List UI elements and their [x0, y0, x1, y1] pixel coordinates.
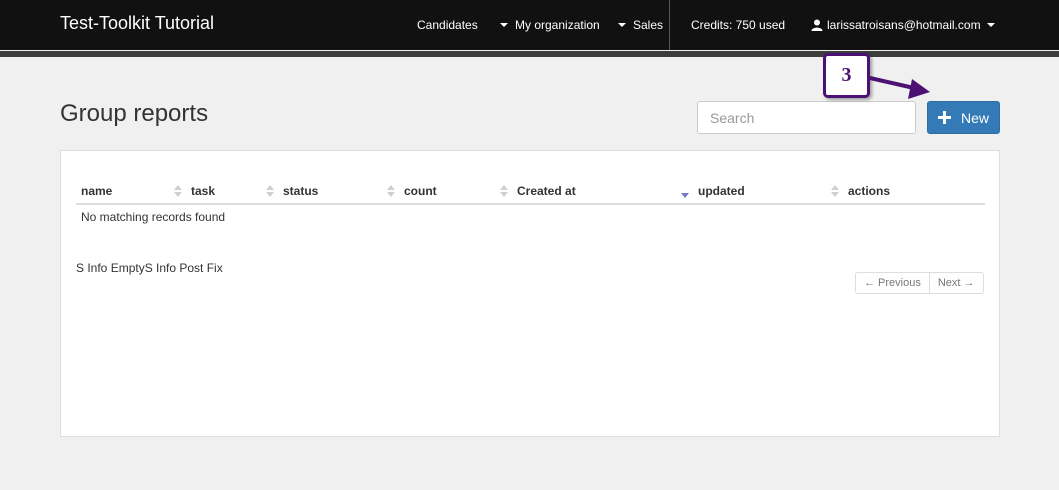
user-menu[interactable]: larissatroisans@hotmail.com — [811, 18, 998, 32]
reports-panel: name task status count Created at update… — [60, 150, 1000, 437]
caret-down-icon — [618, 23, 626, 27]
column-header-label: updated — [698, 184, 745, 198]
sort-icon — [174, 185, 182, 197]
brand-title[interactable]: Test-Toolkit Tutorial — [60, 13, 214, 34]
sort-icon — [831, 185, 839, 197]
credits-label: Credits: 750 used — [691, 18, 786, 32]
navbar-border — [0, 50, 1059, 57]
empty-message: No matching records found — [81, 210, 226, 224]
column-header-label: count — [404, 184, 437, 198]
column-header-count[interactable]: count — [399, 179, 512, 205]
table-header-row: name task status count Created at update… — [76, 179, 985, 205]
sort-icon — [266, 185, 274, 197]
column-header-label: actions — [848, 184, 891, 198]
search-input[interactable] — [697, 101, 916, 134]
credits-indicator: Credits: 750 used — [691, 18, 785, 32]
column-header-label: name — [81, 184, 113, 198]
sort-icon — [500, 185, 508, 197]
column-header-task[interactable]: task — [186, 179, 278, 205]
plus-icon — [937, 111, 951, 124]
column-header-status[interactable]: status — [278, 179, 399, 205]
user-icon — [811, 19, 823, 31]
caret-down-icon — [500, 23, 508, 27]
column-header-created-at[interactable]: Created at — [512, 179, 693, 205]
pagination: ← Previous Next → — [855, 272, 984, 294]
column-header-updated[interactable]: updated — [693, 179, 843, 205]
nav-sales-label: Sales — [633, 18, 664, 32]
page-title: Group reports — [60, 100, 209, 127]
nav-candidates[interactable]: Candidates — [417, 18, 478, 32]
caret-down-icon — [986, 23, 995, 27]
nav-candidates-label: Candidates — [417, 18, 478, 32]
column-header-actions: actions — [843, 179, 985, 205]
pagination-info: S Info EmptyS Info Post Fix — [76, 261, 223, 275]
sort-descending-icon — [681, 185, 689, 198]
top-navbar: Test-Toolkit Tutorial Candidates My orga… — [0, 0, 1059, 50]
column-header-label: status — [283, 184, 319, 198]
user-email: larissatroisans@hotmail.com — [827, 18, 981, 32]
previous-page-button[interactable]: ← Previous — [855, 272, 930, 294]
column-header-label: Created at — [517, 184, 576, 198]
new-button-label: New — [960, 109, 989, 126]
nav-my-organization[interactable]: My organization — [500, 18, 600, 32]
pointer-arrow-icon — [868, 76, 930, 99]
next-page-button[interactable]: Next → — [929, 272, 984, 294]
table-row-empty: No matching records found — [76, 204, 985, 229]
nav-my-organization-label: My organization — [515, 18, 600, 32]
sort-icon — [387, 185, 395, 197]
nav-sales[interactable]: Sales — [618, 18, 663, 32]
reports-table: name task status count Created at update… — [76, 179, 985, 229]
column-header-label: task — [191, 184, 216, 198]
step-badge: 3 — [823, 53, 870, 98]
column-header-name[interactable]: name — [76, 179, 186, 205]
nav-divider — [669, 0, 670, 50]
new-button[interactable]: New — [927, 101, 1000, 134]
